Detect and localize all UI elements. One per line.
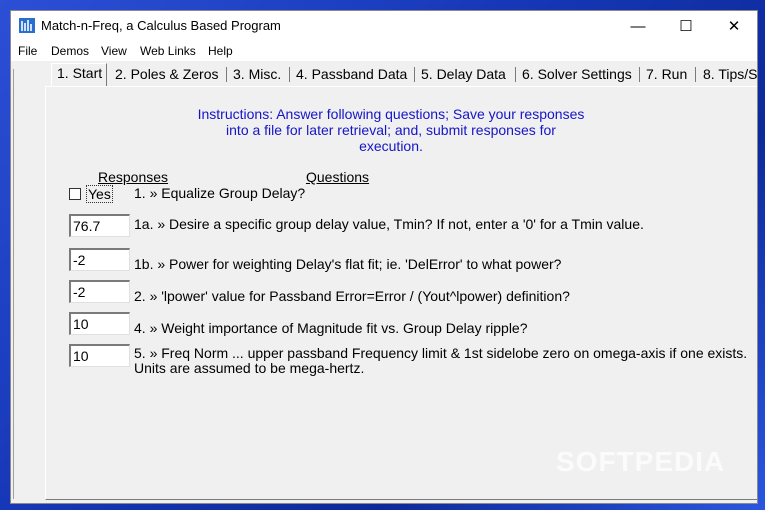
tab-separator [515, 67, 516, 82]
question-1b: 1b. » Power for weighting Delay's flat f… [134, 256, 562, 272]
menu-demos[interactable]: Demos [51, 44, 89, 58]
tab-tips[interactable]: 8. Tips/S [703, 66, 757, 82]
tab-separator [695, 67, 696, 82]
tab-passband-data[interactable]: 4. Passband Data [296, 66, 407, 82]
menu-file[interactable]: File [18, 44, 37, 58]
tab-run[interactable]: 7. Run [646, 66, 687, 82]
instructions-text: Instructions: Answer following questions… [181, 106, 601, 154]
menu-view[interactable]: View [101, 44, 127, 58]
instructions-line: Instructions: Answer following questions… [197, 106, 585, 122]
instructions-line: execution. [359, 138, 423, 154]
tab-poles-zeros[interactable]: 2. Poles & Zeros [115, 66, 219, 82]
question-1: 1. » Equalize Group Delay? [134, 185, 306, 201]
question-5-line-1: 5. » Freq Norm ... upper passband Freque… [134, 345, 748, 361]
questions-header: Questions [306, 169, 370, 185]
window-title: Match-n-Freq, a Calculus Based Program [41, 18, 281, 33]
tab-start[interactable]: 1. Start [51, 63, 108, 86]
question-4: 4. » Weight importance of Magnitude fit … [134, 320, 528, 336]
tab-solver-settings[interactable]: 6. Solver Settings [522, 66, 632, 82]
lpower-input[interactable]: -2 [69, 280, 130, 303]
tab-misc[interactable]: 3. Misc. [233, 66, 281, 82]
question-5-line-2: Units are assumed to be mega-hertz. [134, 360, 365, 376]
equalize-delay-label[interactable]: Yes [86, 185, 113, 203]
tab-separator [226, 67, 227, 82]
tmin-input[interactable]: 76.7 [69, 214, 130, 237]
minimize-button[interactable]: — [615, 11, 661, 41]
tab-strip: 1. Start 2. Poles & Zeros 3. Misc. 4. Pa… [45, 63, 757, 86]
instructions-line: into a file for later retrieval; and, su… [226, 122, 556, 138]
delay-power-input[interactable]: -2 [69, 248, 130, 271]
app-logo-icon [19, 18, 35, 33]
equalize-delay-checkbox[interactable] [69, 188, 81, 200]
close-button[interactable]: ✕ [711, 11, 757, 41]
app-window: Match-n-Freq, a Calculus Based Program —… [10, 10, 758, 504]
tab-separator [289, 67, 290, 82]
menu-bar: File Demos View Web Links Help [11, 41, 757, 61]
maximize-button[interactable]: ☐ [663, 11, 709, 41]
menu-help[interactable]: Help [208, 44, 233, 58]
tab-separator [639, 67, 640, 82]
softpedia-watermark: SOFTPEDIA [556, 446, 726, 477]
left-divider [13, 69, 14, 499]
tab-delay-data[interactable]: 5. Delay Data [421, 66, 506, 82]
title-bar[interactable]: Match-n-Freq, a Calculus Based Program —… [11, 11, 757, 41]
magnitude-weight-input[interactable]: 10 [69, 312, 130, 335]
menu-web-links[interactable]: Web Links [140, 44, 196, 58]
tab-separator [414, 67, 415, 82]
question-1a: 1a. » Desire a specific group delay valu… [134, 216, 644, 232]
freq-norm-input[interactable]: 10 [69, 344, 130, 367]
question-2: 2. » 'lpower' value for Passband Error=E… [134, 288, 570, 304]
responses-header: Responses [98, 169, 169, 185]
